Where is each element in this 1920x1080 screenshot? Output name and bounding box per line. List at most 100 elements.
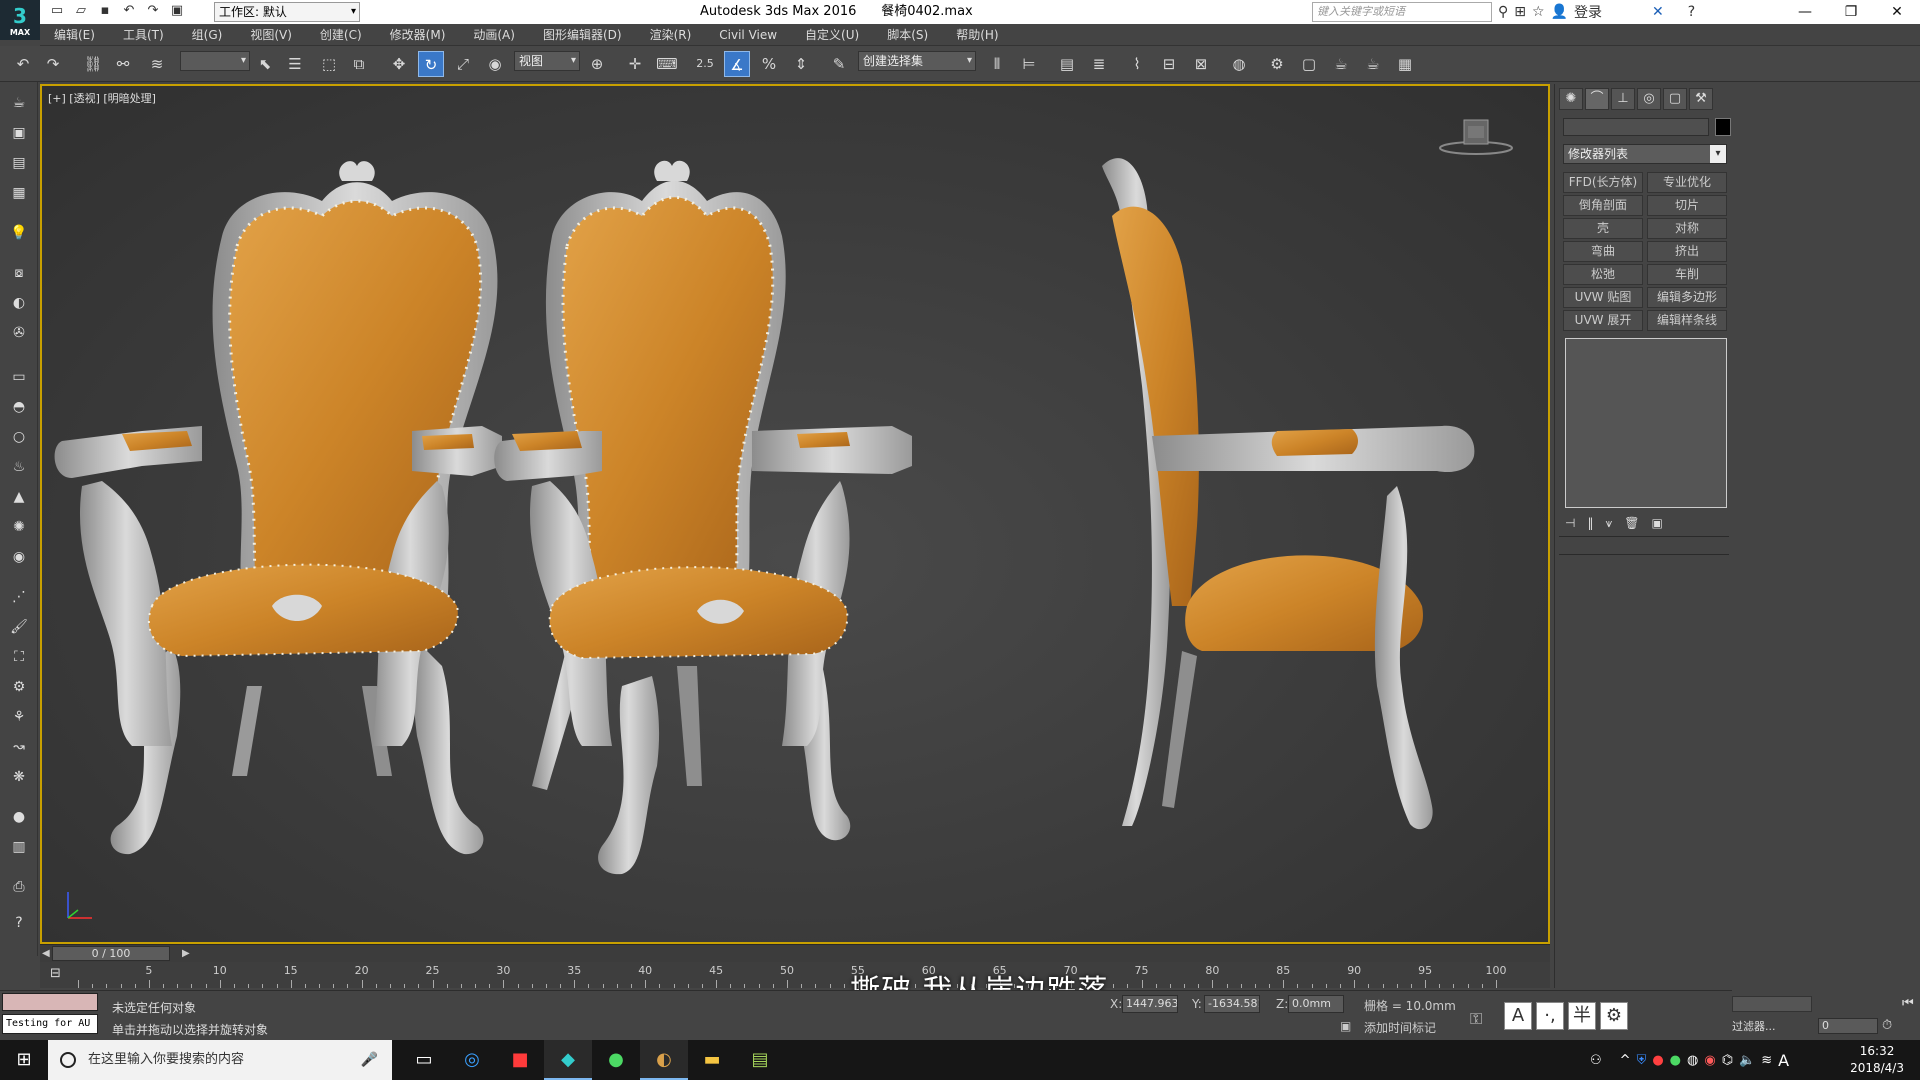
- undo-icon[interactable]: ↶: [10, 51, 36, 77]
- menu-customize[interactable]: 自定义(U): [791, 24, 873, 46]
- network-icon[interactable]: ⌬: [1722, 1053, 1733, 1068]
- render-teapot-icon[interactable]: ☕: [1328, 51, 1354, 77]
- pivot-center-icon[interactable]: ⊕: [584, 51, 610, 77]
- current-frame-field[interactable]: 0: [1818, 1018, 1878, 1034]
- redo-icon[interactable]: ↷: [40, 51, 66, 77]
- modifier-bevel-profile[interactable]: 倒角剖面: [1563, 195, 1643, 216]
- taskbar-search-input[interactable]: 在这里输入你要搜索的内容 🎤: [48, 1040, 392, 1080]
- sphere-icon[interactable]: ○: [8, 426, 30, 448]
- exchange-icon[interactable]: ✕: [1652, 4, 1664, 20]
- remove-modifier-icon[interactable]: 🗑: [1624, 516, 1639, 531]
- menu-modifiers[interactable]: 修改器(M): [376, 24, 460, 46]
- filters-button[interactable]: 过滤器...: [1732, 1018, 1776, 1034]
- disc-icon[interactable]: ◉: [8, 546, 30, 568]
- help-icon[interactable]: ?: [8, 912, 30, 934]
- lock-icon[interactable]: ▣: [1340, 1019, 1351, 1033]
- chair-angled-view[interactable]: [494, 160, 912, 875]
- task-view-icon[interactable]: ▭: [400, 1040, 448, 1080]
- named-selection-dropdown[interactable]: 创建选择集: [858, 51, 976, 71]
- script-icon[interactable]: ⎙: [8, 876, 30, 898]
- box-icon[interactable]: ▭: [8, 366, 30, 388]
- shade-sphere-icon[interactable]: ●: [8, 806, 30, 828]
- image-viewer-icon[interactable]: ▣: [8, 122, 30, 144]
- menu-animation[interactable]: 动画(A): [459, 24, 529, 46]
- snap-toggle-icon[interactable]: 2.5: [692, 51, 718, 77]
- modifier-edit-poly[interactable]: 编辑多边形: [1647, 287, 1727, 308]
- menu-help[interactable]: 帮助(H): [942, 24, 1012, 46]
- ime-settings-icon[interactable]: ⚙: [1600, 1002, 1628, 1030]
- keyboard-shortcut-icon[interactable]: ⌨: [654, 51, 680, 77]
- modifier-shell[interactable]: 壳: [1563, 218, 1643, 239]
- reel-icon[interactable]: ✇: [8, 322, 30, 344]
- select-object-icon[interactable]: ⬉: [252, 51, 278, 77]
- select-manipulate-icon[interactable]: ✛: [622, 51, 648, 77]
- tray-expand-icon[interactable]: ^: [1620, 1053, 1631, 1068]
- menu-tools[interactable]: 工具(T): [109, 24, 178, 46]
- create-tab-icon[interactable]: ✺: [1559, 88, 1583, 110]
- ime-punct-icon[interactable]: ·,: [1536, 1002, 1564, 1030]
- chair-models[interactable]: [42, 86, 1548, 942]
- rotate-icon[interactable]: ↻: [418, 51, 444, 77]
- modifier-pro-optimizer[interactable]: 专业优化: [1647, 172, 1727, 193]
- dictionary-icon[interactable]: ■: [496, 1040, 544, 1080]
- shield-icon[interactable]: ⛨: [1637, 1053, 1647, 1068]
- camera-icon[interactable]: ⧇: [8, 262, 30, 284]
- scene-explorer-icon[interactable]: ▤: [1054, 51, 1080, 77]
- x-coord-field[interactable]: 1447.963m: [1122, 995, 1178, 1013]
- layer-explorer-icon[interactable]: ≣: [1086, 51, 1112, 77]
- search-input[interactable]: 键入关键字或短语: [1312, 2, 1492, 22]
- grid-icon[interactable]: ▦: [8, 182, 30, 204]
- cone-icon[interactable]: ▲: [8, 486, 30, 508]
- user-icon[interactable]: 👤: [1551, 4, 1568, 20]
- edit-named-sel-icon[interactable]: ✎: [826, 51, 852, 77]
- open-file-icon[interactable]: ▱: [72, 2, 90, 20]
- file-explorer-icon[interactable]: ▬: [688, 1040, 736, 1080]
- menu-graph-editors[interactable]: 图形编辑器(D): [529, 24, 636, 46]
- pin-stack-icon[interactable]: ⊣: [1565, 516, 1575, 531]
- media-app-icon[interactable]: ◐: [640, 1040, 688, 1080]
- modifier-bend[interactable]: 弯曲: [1563, 241, 1643, 262]
- gear-icon[interactable]: ⚙: [8, 676, 30, 698]
- menu-create[interactable]: 创建(C): [306, 24, 376, 46]
- modifier-slice[interactable]: 切片: [1647, 195, 1727, 216]
- time-prev-icon[interactable]: ◀: [42, 945, 50, 963]
- chair-side-view[interactable]: [1102, 158, 1475, 830]
- taskbar-clock[interactable]: 16:32 2018/4/3: [1850, 1043, 1904, 1077]
- time-slider[interactable]: ◀ 0 / 100 ▶: [40, 944, 1550, 962]
- render-frame-icon[interactable]: ▢: [1296, 51, 1322, 77]
- wechat-tray-icon[interactable]: ●: [1670, 1053, 1681, 1068]
- align-icon[interactable]: ⊨: [1016, 51, 1042, 77]
- show-end-result-icon[interactable]: ‖: [1587, 516, 1593, 531]
- key-mode-dropdown[interactable]: [1732, 996, 1812, 1012]
- modifier-lathe[interactable]: 车削: [1647, 264, 1727, 285]
- pot-icon[interactable]: ♨: [8, 456, 30, 478]
- window-crossing-icon[interactable]: ⧉: [346, 51, 372, 77]
- brush-icon[interactable]: 🖌: [8, 616, 30, 638]
- ime-mode-icon[interactable]: A: [1504, 1002, 1532, 1030]
- render-in-cloud-icon[interactable]: ▦: [1392, 51, 1418, 77]
- modify-tab-icon[interactable]: ⌒: [1585, 88, 1609, 110]
- wechat-icon[interactable]: ●: [592, 1040, 640, 1080]
- qq-tray-icon[interactable]: ◍: [1687, 1053, 1698, 1068]
- modifier-stack[interactable]: [1565, 338, 1727, 508]
- select-by-name-icon[interactable]: ☰: [282, 51, 308, 77]
- ref-coord-dropdown[interactable]: 视图: [514, 51, 580, 71]
- configure-sets-icon[interactable]: ▣: [1651, 516, 1662, 531]
- volume-icon[interactable]: 🔈: [1739, 1053, 1755, 1068]
- list-icon[interactable]: ▤: [8, 152, 30, 174]
- make-unique-icon[interactable]: ⩛: [1605, 516, 1612, 531]
- people-icon[interactable]: ⚇: [1590, 1053, 1602, 1068]
- redo-icon[interactable]: ↷: [144, 2, 162, 20]
- fur-icon[interactable]: ❋: [8, 766, 30, 788]
- undo-icon[interactable]: ↶: [120, 2, 138, 20]
- 3dsmax-icon[interactable]: ◆: [544, 1040, 592, 1080]
- project-folder-icon[interactable]: ▣: [168, 2, 186, 20]
- move-icon[interactable]: ✥: [386, 51, 412, 77]
- selection-filter-dropdown[interactable]: [180, 51, 250, 71]
- modifier-uvw-map[interactable]: UVW 贴图: [1563, 287, 1643, 308]
- workspace-dropdown[interactable]: 工作区: 默认: [214, 2, 360, 22]
- hair-icon[interactable]: ⋰: [8, 586, 30, 608]
- bone-icon[interactable]: ⛶: [8, 646, 30, 668]
- time-slider-thumb[interactable]: 0 / 100: [52, 946, 170, 961]
- hierarchy-tab-icon[interactable]: ⊥: [1611, 88, 1635, 110]
